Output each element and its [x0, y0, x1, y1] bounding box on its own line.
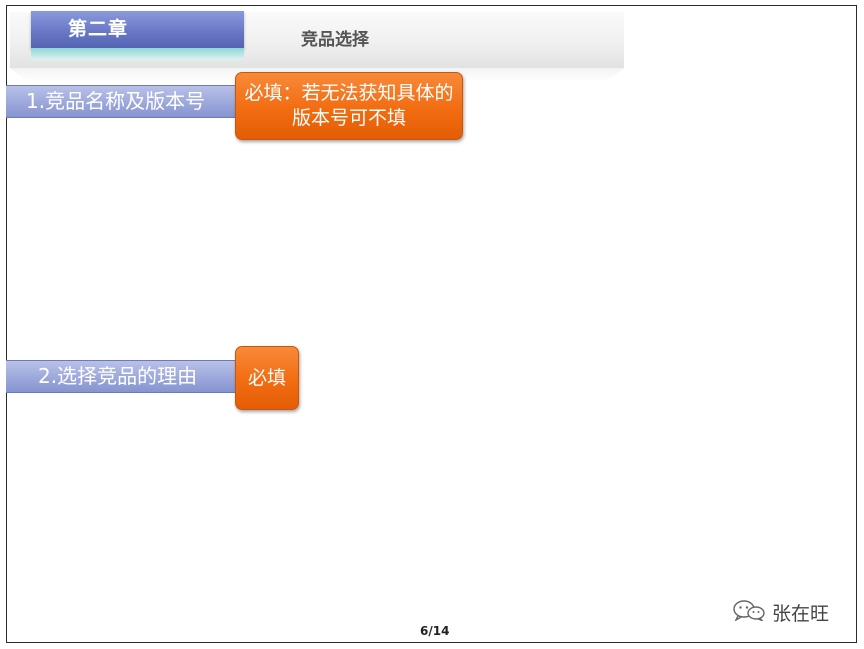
chapter-tab [31, 11, 244, 48]
required-note-1-text: 必填：若无法获知具体的版本号可不填 [244, 82, 454, 129]
wechat-icon [732, 599, 766, 625]
watermark: 张在旺 [732, 599, 830, 625]
chapter-label: 第二章 [68, 18, 129, 40]
section-label-2: 2.选择竞品的理由 [6, 360, 239, 393]
required-note-2: 必填 [235, 346, 299, 410]
required-note-2-text: 必填 [247, 366, 286, 389]
required-note-1: 必填：若无法获知具体的版本号可不填 [235, 72, 463, 140]
page-title: 竞品选择 [301, 30, 369, 50]
page-number: 6/14 [420, 624, 450, 638]
chapter-tab-reflection [31, 48, 244, 60]
watermark-text: 张在旺 [772, 602, 830, 625]
section-label-1: 1.竞品名称及版本号 [6, 85, 239, 118]
